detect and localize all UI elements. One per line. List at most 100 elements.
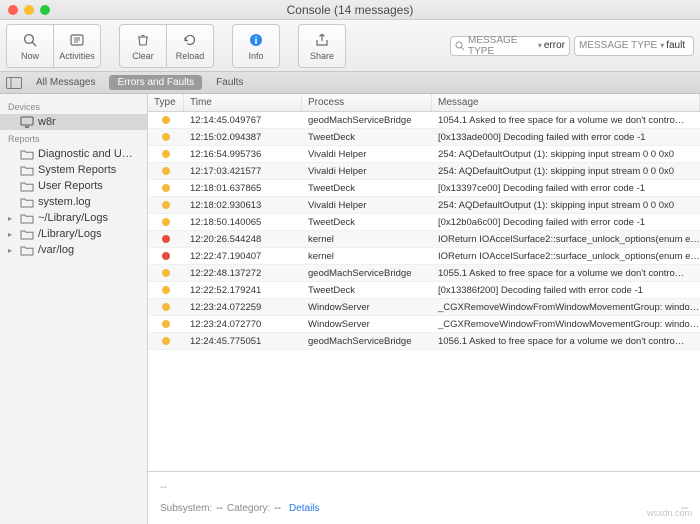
subsystem-label: Subsystem: xyxy=(160,503,212,514)
status-dot-icon xyxy=(162,269,170,277)
process-cell: Vivaldi Helper xyxy=(302,200,432,211)
clear-label: Clear xyxy=(132,51,154,61)
time-cell: 12:23:24.072770 xyxy=(184,319,302,330)
table-row[interactable]: 12:23:24.072259WindowServer_CGXRemoveWin… xyxy=(148,299,700,316)
process-cell: WindowServer xyxy=(302,319,432,330)
main-split: Devicesw8rReportsDiagnostic and U…System… xyxy=(0,94,700,524)
sidebar-item[interactable]: w8r xyxy=(0,114,147,130)
disclosure-icon: ▸ xyxy=(8,214,16,223)
status-dot-icon xyxy=(162,252,170,260)
table-row[interactable]: 12:17:03.421577Vivaldi Helper254: AQDefa… xyxy=(148,163,700,180)
sidebar-item[interactable]: User Reports xyxy=(0,178,147,194)
table-row[interactable]: 12:18:01.637865TweetDeck[0x13397ce00] De… xyxy=(148,180,700,197)
message-cell: _CGXRemoveWindowFromWindowMovementGroup:… xyxy=(432,302,700,313)
folder-icon xyxy=(20,244,34,256)
filter-1[interactable]: MESSAGE TYPE ▾ error xyxy=(450,36,570,56)
minimize-icon[interactable] xyxy=(24,5,34,15)
close-icon[interactable] xyxy=(8,5,18,15)
type-cell xyxy=(148,269,184,277)
process-cell: TweetDeck xyxy=(302,217,432,228)
type-cell xyxy=(148,218,184,226)
sidebar-item[interactable]: ▸~/Library/Logs xyxy=(0,210,147,226)
col-time[interactable]: Time xyxy=(184,94,302,111)
col-message[interactable]: Message xyxy=(432,94,700,111)
time-cell: 12:23:24.072259 xyxy=(184,302,302,313)
process-cell: TweetDeck xyxy=(302,285,432,296)
reload-icon xyxy=(181,31,199,49)
filter-2-type: MESSAGE TYPE xyxy=(579,40,657,51)
scope-faults[interactable]: Faults xyxy=(208,75,251,90)
table-row[interactable]: 12:16:54.995736Vivaldi Helper254: AQDefa… xyxy=(148,146,700,163)
table-row[interactable]: 12:23:24.072770WindowServer_CGXRemoveWin… xyxy=(148,316,700,333)
filter-2[interactable]: MESSAGE TYPE ▾ fault xyxy=(574,36,694,56)
sidebar-item[interactable]: Diagnostic and U… xyxy=(0,146,147,162)
status-dot-icon xyxy=(162,133,170,141)
table-row[interactable]: 12:24:45.775051geodMachServiceBridge1056… xyxy=(148,333,700,350)
sidebar-item[interactable]: ▸/var/log xyxy=(0,242,147,258)
time-cell: 12:24:45.775051 xyxy=(184,336,302,347)
status-dot-icon xyxy=(162,320,170,328)
clear-button[interactable]: Clear xyxy=(119,24,167,68)
status-dot-icon xyxy=(162,337,170,345)
process-cell: geodMachServiceBridge xyxy=(302,336,432,347)
sidebar-toggle-icon[interactable] xyxy=(6,76,22,90)
message-cell: 1054.1 Asked to free space for a volume … xyxy=(432,115,700,126)
share-button[interactable]: Share xyxy=(298,24,346,68)
process-cell: TweetDeck xyxy=(302,183,432,194)
now-button[interactable]: Now xyxy=(6,24,54,68)
sidebar-item-label: Diagnostic and U… xyxy=(38,148,133,160)
table-row[interactable]: 12:14:45.049767geodMachServiceBridge1054… xyxy=(148,112,700,129)
type-cell xyxy=(148,201,184,209)
activities-button[interactable]: Activities xyxy=(53,24,101,68)
message-cell: [0x13386f200] Decoding failed with error… xyxy=(432,285,700,296)
info-button[interactable]: i Info xyxy=(232,24,280,68)
sidebar-section-header: Reports xyxy=(0,130,147,146)
status-dot-icon xyxy=(162,184,170,192)
type-cell xyxy=(148,320,184,328)
reload-button[interactable]: Reload xyxy=(166,24,214,68)
activities-label: Activities xyxy=(59,51,95,61)
table-row[interactable]: 12:22:48.137272geodMachServiceBridge1055… xyxy=(148,265,700,282)
zoom-icon[interactable] xyxy=(40,5,50,15)
type-cell xyxy=(148,167,184,175)
sidebar-item[interactable]: system.log xyxy=(0,194,147,210)
sidebar-item-label: User Reports xyxy=(38,180,103,192)
status-dot-icon xyxy=(162,235,170,243)
chevron-down-icon: ▾ xyxy=(538,41,542,50)
svg-text:i: i xyxy=(255,36,258,47)
col-process[interactable]: Process xyxy=(302,94,432,111)
time-cell: 12:18:01.637865 xyxy=(184,183,302,194)
table-row[interactable]: 12:22:52.179241TweetDeck[0x13386f200] De… xyxy=(148,282,700,299)
category-label: Category: xyxy=(227,503,270,514)
scope-bar: All Messages Errors and Faults Faults xyxy=(0,72,700,94)
content: Type Time Process Message 12:14:45.04976… xyxy=(148,94,700,524)
type-cell xyxy=(148,235,184,243)
time-cell: 12:22:47.190407 xyxy=(184,251,302,262)
message-list[interactable]: 12:14:45.049767geodMachServiceBridge1054… xyxy=(148,112,700,471)
table-row[interactable]: 12:18:50.140065TweetDeck[0x12b0a6c00] De… xyxy=(148,214,700,231)
sidebar-item[interactable]: ▸/Library/Logs xyxy=(0,226,147,242)
table-row[interactable]: 12:20:26.544248kernelIOReturn IOAccelSur… xyxy=(148,231,700,248)
sidebar-item[interactable]: System Reports xyxy=(0,162,147,178)
process-cell: geodMachServiceBridge xyxy=(302,268,432,279)
activities-icon xyxy=(68,31,86,49)
disclosure-icon: ▸ xyxy=(8,246,16,255)
reload-label: Reload xyxy=(176,51,205,61)
time-cell: 12:17:03.421577 xyxy=(184,166,302,177)
col-type[interactable]: Type xyxy=(148,94,184,111)
message-cell: [0x13397ce00] Decoding failed with error… xyxy=(432,183,700,194)
magnifier-icon xyxy=(21,31,39,49)
scope-all-messages[interactable]: All Messages xyxy=(28,75,103,90)
info-icon: i xyxy=(247,31,265,49)
sidebar: Devicesw8rReportsDiagnostic and U…System… xyxy=(0,94,148,524)
table-row[interactable]: 12:18:02.930613Vivaldi Helper254: AQDefa… xyxy=(148,197,700,214)
type-cell xyxy=(148,303,184,311)
table-row[interactable]: 12:22:47.190407kernelIOReturn IOAccelSur… xyxy=(148,248,700,265)
scope-errors-faults[interactable]: Errors and Faults xyxy=(109,75,202,90)
time-cell: 12:18:50.140065 xyxy=(184,217,302,228)
message-cell: IOReturn IOAccelSurface2::surface_unlock… xyxy=(432,234,700,245)
time-cell: 12:15:02.094387 xyxy=(184,132,302,143)
table-row[interactable]: 12:15:02.094387TweetDeck[0x133ade000] De… xyxy=(148,129,700,146)
detail-empty: -- xyxy=(160,482,688,493)
details-link[interactable]: Details xyxy=(289,503,320,514)
